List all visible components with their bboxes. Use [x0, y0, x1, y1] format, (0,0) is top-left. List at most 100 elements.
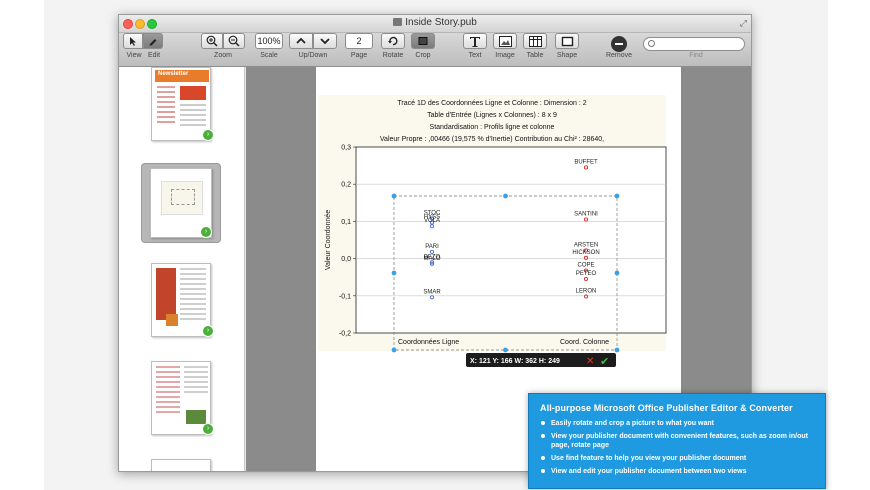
chart-title-line: Valeur Propre : ,00466 (19,575 % d'Inert… — [380, 136, 604, 143]
x-axis-label-rows: Coordonnées Ligne — [398, 339, 459, 346]
data-point-label: SANTINI — [574, 212, 598, 218]
plot-area — [355, 146, 667, 334]
backdrop-left — [0, 0, 44, 490]
thumbnail-badge-icon: › — [202, 423, 214, 435]
toolbar: View Edit Zoom 100% Scale Up/Down 2 Page… — [119, 33, 751, 67]
data-point-label: MALO — [423, 256, 440, 262]
crop-label: Crop — [415, 52, 431, 59]
find-input[interactable] — [643, 37, 745, 51]
y-tick-label: 0,0 — [341, 256, 351, 263]
page-down-button[interactable] — [313, 33, 337, 49]
selection-readout-text: X: 121 Y: 166 W: 362 H: 249 — [470, 358, 560, 365]
page-thumbnail-sidebar[interactable]: Newsletter › › › › — [119, 67, 245, 471]
data-point-label: COPE — [577, 263, 594, 269]
page-thumbnail-3[interactable]: › — [141, 263, 221, 343]
view-mode-button[interactable] — [123, 33, 143, 49]
updown-label: Up/Down — [298, 52, 328, 59]
thumb-text-column — [180, 268, 206, 320]
thumb-chart-frame — [171, 189, 195, 205]
selection-handle[interactable] — [614, 270, 620, 276]
selection-handle[interactable] — [614, 347, 620, 353]
scale-label: Scale — [260, 52, 278, 59]
chevron-down-icon — [320, 38, 330, 45]
promo-item-text: View your publisher document with conven… — [551, 433, 808, 449]
cancel-crop-icon[interactable]: ✕ — [586, 356, 594, 367]
chart-title-line: Tracé 1D des Coordonnées Ligne et Colonn… — [397, 100, 586, 107]
rotate-button[interactable] — [381, 33, 405, 49]
page-label: Page — [350, 52, 368, 59]
thumbnail-1-title: Newsletter — [158, 71, 189, 77]
y-axis-label: Valeur Coordonnée — [325, 210, 332, 270]
data-point-label: PARI — [425, 244, 439, 250]
y-tick-label: -0,2 — [339, 331, 351, 338]
x-axis-label-columns: Coord. Colonne — [560, 339, 609, 346]
page-thumbnail-5[interactable] — [141, 459, 221, 471]
promo-item: Use find feature to help you view your p… — [540, 454, 815, 463]
page-thumbnail-4[interactable]: › — [141, 361, 221, 441]
thumb-text-block — [180, 104, 206, 126]
zoom-out-button[interactable] — [223, 33, 245, 49]
promo-title: All-purpose Microsoft Office Publisher E… — [540, 403, 793, 413]
thumbnail-page-4 — [151, 361, 211, 435]
promo-panel: All-purpose Microsoft Office Publisher E… — [528, 393, 826, 489]
insert-text-button[interactable] — [463, 33, 487, 49]
edit-mode-button[interactable] — [143, 33, 163, 49]
rotate-label: Rotate — [382, 52, 404, 59]
fullscreen-icon[interactable]: ⤢ — [740, 18, 747, 29]
page-thumbnail-2-selected[interactable]: › — [141, 163, 221, 243]
data-point-label: SMAR — [423, 289, 441, 295]
crop-icon — [418, 37, 428, 45]
pencil-icon — [149, 39, 157, 46]
y-tick-label: 0,1 — [341, 219, 351, 226]
data-point-label: BUFFET — [574, 159, 598, 165]
zoom-in-icon — [206, 35, 218, 47]
insert-shape-button[interactable] — [555, 33, 579, 49]
zoom-label: Zoom — [214, 52, 232, 59]
page-thumbnail-1[interactable]: Newsletter › — [141, 67, 221, 147]
zoom-out-icon — [228, 35, 240, 47]
bullet-icon — [541, 469, 545, 473]
thumb-image-block — [166, 314, 178, 326]
edit-label: Edit — [147, 52, 161, 59]
data-point-label: LERON — [576, 289, 597, 295]
confirm-crop-icon[interactable]: ✔ — [600, 355, 609, 368]
pointer-icon — [130, 37, 136, 46]
thumb-text-block — [184, 366, 208, 396]
thumb-image-column — [156, 268, 176, 320]
promo-item: Easily rotate and crop a picture to what… — [540, 419, 815, 428]
thumbnail-badge-icon: › — [200, 226, 212, 238]
document-icon — [393, 18, 403, 26]
bullet-icon — [541, 456, 545, 460]
window-title-wrap: Inside Story.pub — [119, 17, 751, 28]
data-point-label: VOLA — [424, 218, 440, 224]
shape-icon — [561, 36, 573, 46]
page-number-field[interactable]: 2 — [345, 33, 373, 49]
backdrop-right — [828, 0, 870, 490]
chart-title-line: Standardisation : Profils ligne et colon… — [430, 124, 555, 131]
selection-handle[interactable] — [614, 193, 620, 199]
chevron-up-icon — [296, 37, 306, 44]
selection-handle[interactable] — [503, 347, 508, 353]
page-up-button[interactable] — [289, 33, 313, 49]
selection-handle[interactable] — [391, 347, 397, 353]
window-title: Inside Story.pub — [405, 17, 477, 28]
selection-handle[interactable] — [503, 193, 508, 199]
promo-item-text: View and edit your publisher document be… — [551, 468, 747, 475]
thumbnail-page-1: Newsletter — [151, 67, 211, 141]
minus-icon — [615, 43, 623, 45]
promo-item: View your publisher document with conven… — [540, 432, 815, 450]
data-point-label: PETEO — [576, 271, 597, 277]
promo-item-text: Easily rotate and crop a picture to what… — [551, 420, 714, 427]
scale-field[interactable]: 100% — [255, 33, 283, 49]
zoom-in-button[interactable] — [201, 33, 223, 49]
text-label: Text — [468, 52, 482, 59]
table-label: Table — [526, 52, 544, 59]
insert-image-button[interactable] — [493, 33, 517, 49]
remove-button[interactable] — [611, 36, 627, 52]
thumbnail-badge-icon: › — [202, 325, 214, 337]
selection-handle[interactable] — [391, 193, 397, 199]
selection-handle[interactable] — [391, 270, 397, 276]
insert-table-button[interactable] — [523, 33, 547, 49]
thumb-text-column — [156, 366, 180, 414]
crop-button[interactable] — [411, 33, 435, 49]
